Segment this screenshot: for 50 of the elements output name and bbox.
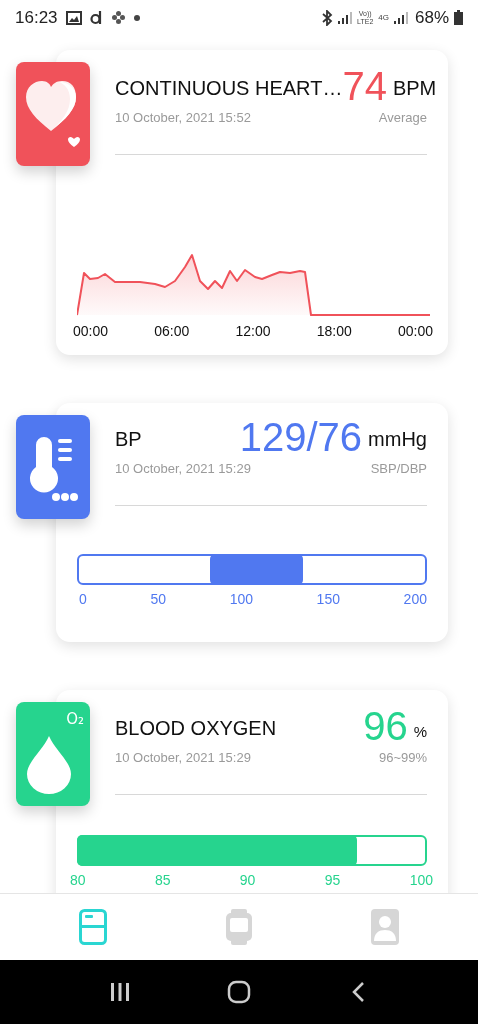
card-title: CONTINUOUS HEART… <box>115 76 343 101</box>
dot-icon <box>133 14 140 21</box>
watch-icon <box>225 909 253 945</box>
scale-label: 0 <box>79 590 87 607</box>
network-label: 4G <box>378 13 389 22</box>
card-title: BP <box>115 427 142 452</box>
timestamp: 10 October, 2021 15:52 <box>115 109 251 127</box>
signal-icon <box>338 11 353 24</box>
timestamp: 10 October, 2021 15:29 <box>115 749 251 767</box>
clock-time: 16:23 <box>15 6 58 29</box>
cards-icon <box>79 909 107 945</box>
axis-label: 00:00 <box>73 321 109 341</box>
reading-value: 129/76 <box>239 415 363 459</box>
signal-icon <box>393 11 408 24</box>
axis-label: 06:00 <box>154 321 190 341</box>
reading-unit: mmHg <box>368 427 427 452</box>
reading-caption: 96~99% <box>378 749 427 767</box>
scale-label: 95 <box>324 871 341 888</box>
reading-unit: % <box>413 721 427 742</box>
image-icon <box>65 10 82 25</box>
axis-label: 00:00 <box>397 321 433 341</box>
back-icon <box>351 981 366 1003</box>
battery-percent: 68% <box>414 6 449 29</box>
fan-icon <box>110 10 126 25</box>
reading-caption: SBP/DBP <box>370 460 427 478</box>
bluetooth-icon <box>321 9 334 26</box>
scale-label: 80 <box>70 871 86 888</box>
scale-label: 85 <box>154 871 171 888</box>
scale-label: 50 <box>150 590 166 607</box>
card-title: BLOOD OXYGEN <box>115 716 277 741</box>
drop-icon <box>27 734 71 794</box>
reading-unit: BPM <box>392 76 437 101</box>
battery-icon <box>454 10 463 25</box>
scale-label: 100 <box>229 590 253 607</box>
scale-label: 200 <box>403 590 427 607</box>
reading-value: 74 <box>342 64 387 108</box>
home-icon <box>227 980 251 1004</box>
o2-label: O₂ <box>66 710 84 728</box>
hearts-icon <box>26 79 80 149</box>
scale-label: 150 <box>316 590 340 607</box>
scale-label: 90 <box>239 871 256 888</box>
axis-label: 12:00 <box>235 321 271 341</box>
axis-label: 18:00 <box>316 321 352 341</box>
recent-apps-icon <box>108 982 131 1002</box>
d-app-icon <box>89 10 103 25</box>
reading-caption: Average <box>378 109 427 127</box>
timestamp: 10 October, 2021 15:29 <box>115 460 251 478</box>
profile-icon <box>371 909 399 945</box>
reading-value: 96 <box>363 704 408 748</box>
scale-label: 100 <box>409 871 433 888</box>
